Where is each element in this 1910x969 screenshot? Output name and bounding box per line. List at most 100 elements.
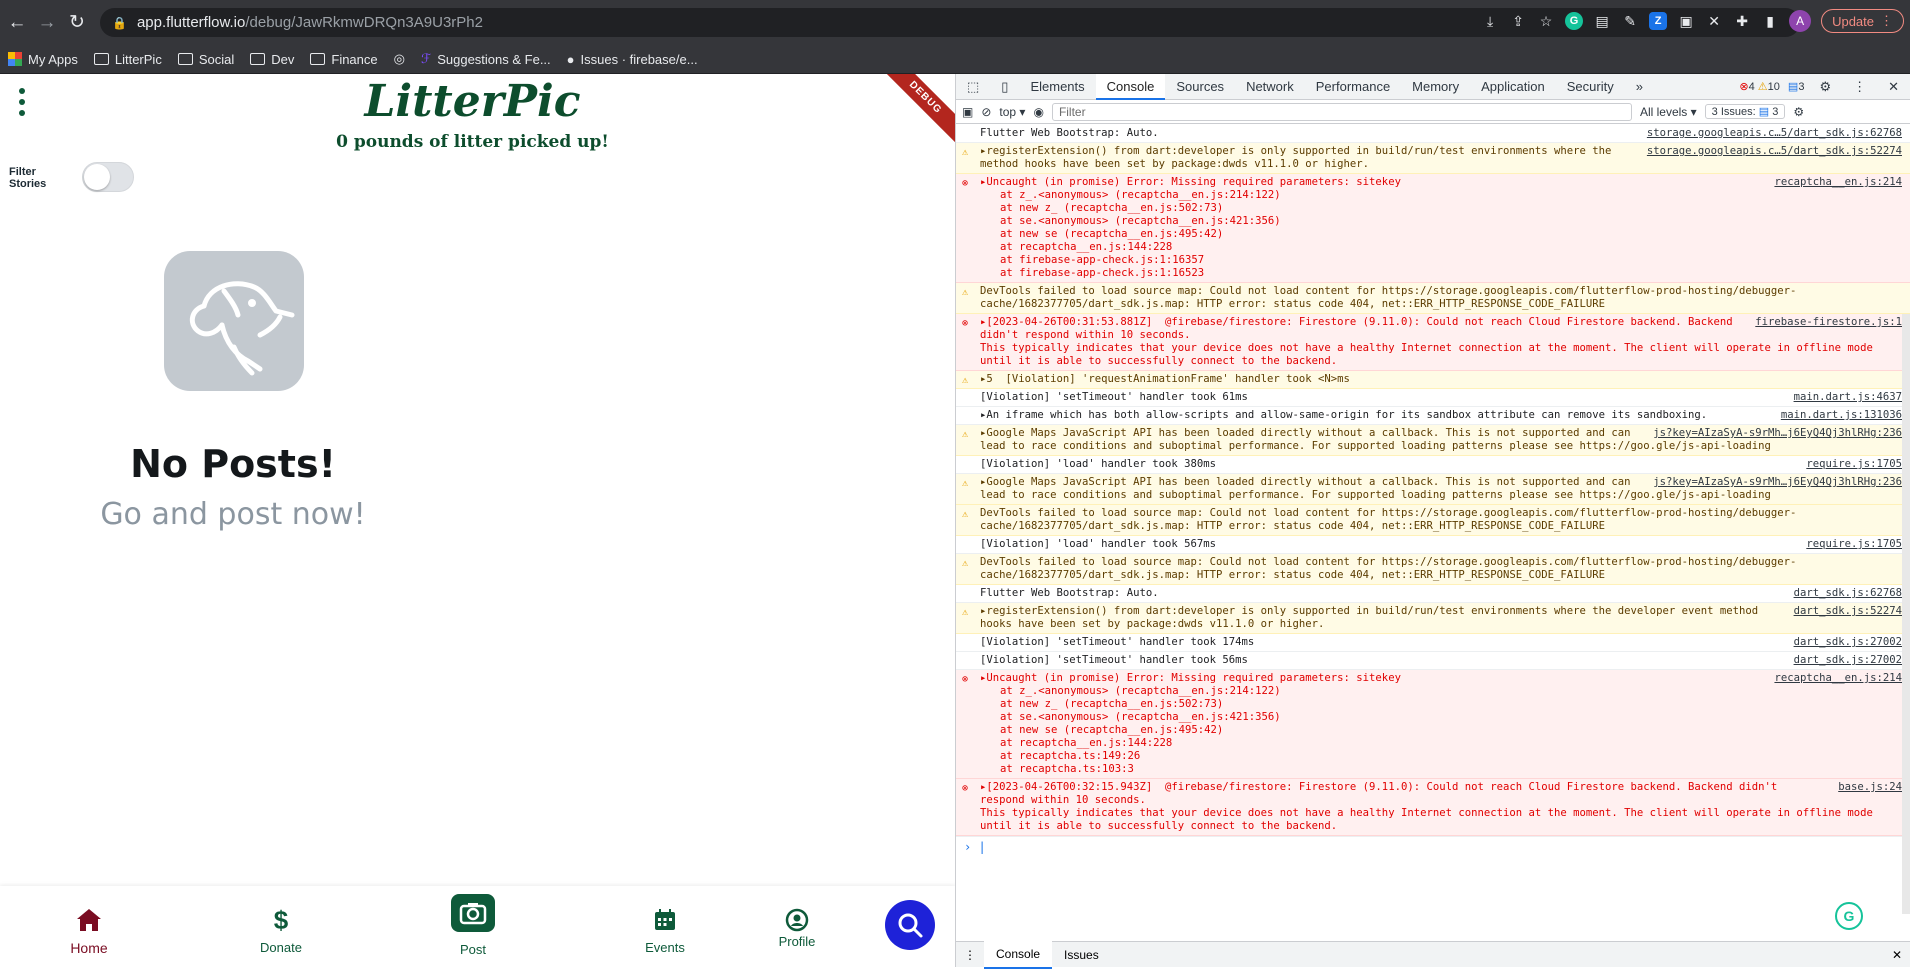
source-link[interactable]: storage.googleapis.c…5/dart_sdk.js:52274 (1637, 145, 1902, 158)
drawer-tab-console[interactable]: Console (984, 940, 1053, 969)
grammarly-float-icon[interactable]: G (1835, 902, 1863, 930)
bookmark-my-apps[interactable]: My Apps (8, 52, 78, 67)
nav-donate[interactable]: $ Donate (221, 886, 341, 956)
extension-picture-icon[interactable]: ▣ (1677, 12, 1695, 30)
tab-network[interactable]: Network (1235, 74, 1305, 100)
bookmark-chatgpt[interactable]: ◎ (394, 51, 405, 67)
extension-pen-icon[interactable]: ✎ (1621, 12, 1639, 30)
info-counter[interactable]: ▤3 (1784, 74, 1809, 100)
extension-clipboard-icon[interactable]: ▤ (1593, 12, 1611, 30)
console-message[interactable]: ⚠ storage.googleapis.c…5/dart_sdk.js:5227… (956, 143, 1910, 174)
reload-icon[interactable]: ↻ (64, 10, 90, 36)
install-icon[interactable]: ⤓ (1481, 12, 1499, 30)
console-settings-icon[interactable]: ⚙ (1793, 105, 1804, 119)
kebab-icon[interactable]: ⋮ (1842, 74, 1877, 100)
search-fab[interactable] (885, 900, 935, 950)
extension-x-icon[interactable]: ✕ (1705, 12, 1723, 30)
source-link[interactable]: js?key=AIzaSyA-s9rMh…j6EyQ4Qj3hlRHg:236 (1643, 427, 1902, 440)
source-link[interactable]: base.js:24 (1828, 781, 1902, 794)
tab-application[interactable]: Application (1470, 74, 1556, 100)
filter-stories-toggle[interactable] (82, 162, 134, 192)
source-link[interactable]: dart_sdk.js:27002 (1784, 654, 1902, 667)
nav-home[interactable]: Home (29, 886, 149, 956)
source-link[interactable]: dart_sdk.js:52274 (1784, 605, 1902, 618)
share-icon[interactable]: ⇪ (1509, 12, 1527, 30)
avatar[interactable]: A (1789, 10, 1812, 32)
source-link[interactable]: js?key=AIzaSyA-s9rMh…j6EyQ4Qj3hlRHg:236 (1643, 476, 1902, 489)
console-prompt-input[interactable]: › | (956, 836, 1910, 856)
source-link[interactable]: storage.googleapis.c…5/dart_sdk.js:62768 (1637, 127, 1902, 140)
console-message[interactable]: ⚠ dart_sdk.js:52274 ▸registerExtension() f… (956, 603, 1910, 634)
drawer-menu-icon[interactable]: ⋮ (956, 948, 984, 962)
source-link[interactable]: require.js:1705 (1796, 458, 1902, 471)
tab-sources[interactable]: Sources (1165, 74, 1235, 100)
console-message[interactable]: dart_sdk.js:27002 [Violation] 'setTimeout… (956, 652, 1910, 670)
bookmark-suggestions[interactable]: ℱ Suggestions & Fe... (421, 51, 551, 67)
levels-dropdown[interactable]: All levels ▾ (1640, 105, 1697, 119)
back-icon[interactable]: ← (4, 10, 30, 36)
bookmark-social[interactable]: Social (177, 52, 234, 67)
context-selector[interactable]: top ▾ (999, 105, 1025, 119)
tab-security[interactable]: Security (1556, 74, 1625, 100)
star-icon[interactable]: ☆ (1537, 12, 1555, 30)
console-message[interactable]: ⚠ js?key=AIzaSyA-s9rMh…j6EyQ4Qj3hlRHg:236… (956, 474, 1910, 505)
tab-elements[interactable]: Elements (1019, 74, 1095, 100)
source-link[interactable]: dart_sdk.js:62768 (1784, 587, 1902, 600)
nav-profile[interactable]: Profile (737, 886, 857, 949)
tab-performance[interactable]: Performance (1305, 74, 1401, 100)
console-message[interactable]: dart_sdk.js:62768 Flutter Web Bootstrap: … (956, 585, 1910, 603)
bookmark-finance[interactable]: Finance (310, 52, 378, 67)
close-icon[interactable]: ✕ (1877, 74, 1910, 100)
console-message[interactable]: require.js:1705 [Violation] 'load' handle… (956, 536, 1910, 554)
console-message[interactable]: ⚠ DevTools failed to load source map: Cou… (956, 554, 1910, 585)
console-message[interactable]: dart_sdk.js:27002 [Violation] 'setTimeout… (956, 634, 1910, 652)
grammarly-icon[interactable]: G (1565, 12, 1584, 30)
console-message[interactable]: ⚠ DevTools failed to load source map: Cou… (956, 283, 1910, 314)
console-message[interactable]: ⊗ firebase-firestore.js:1 ▸[2023-04-26T00:… (956, 314, 1910, 371)
issues-button[interactable]: 3 Issues: ▤ 3 (1704, 104, 1786, 119)
filter-input[interactable]: Filter (1051, 102, 1632, 121)
console-message[interactable]: main.dart.js:4637 [Violation] 'setTimeout… (956, 389, 1910, 407)
settings-icon[interactable]: ⚙ (1808, 74, 1842, 100)
message-text: DevTools failed to load source map: Coul… (980, 556, 1797, 581)
bookmark-dev[interactable]: Dev (250, 52, 294, 67)
eye-icon[interactable]: ◉ (1033, 105, 1043, 119)
nav-post[interactable]: Post (413, 886, 533, 957)
clear-console-icon[interactable]: ⊘ (981, 105, 991, 119)
console-message[interactable]: ⚠ DevTools failed to load source map: Cou… (956, 505, 1910, 536)
tab-memory[interactable]: Memory (1401, 74, 1470, 100)
console-message[interactable]: main.dart.js:131036 ▸An iframe which has … (956, 407, 1910, 425)
forward-icon[interactable]: → (34, 10, 60, 36)
puzzle-icon[interactable]: ✚ (1733, 12, 1751, 30)
bookmark-litterpic[interactable]: LitterPic (93, 52, 162, 67)
console-message[interactable]: ⚠ ▸5 [Violation] 'requestAnimationFrame' … (956, 371, 1910, 389)
console-message[interactable]: ⊗ recaptcha__en.js:214 ▸Uncaught (in promi… (956, 174, 1910, 283)
drawer-close-icon[interactable]: ✕ (1884, 948, 1910, 962)
extension-z-icon[interactable]: Z (1649, 12, 1668, 30)
sidebar-toggle-icon[interactable]: ▣ (962, 105, 973, 119)
more-tabs-icon[interactable]: » (1625, 74, 1654, 100)
source-link[interactable]: recaptcha__en.js:214 (1764, 672, 1902, 685)
device-toggle-icon[interactable]: ▯ (990, 74, 1019, 100)
console-message[interactable]: storage.googleapis.c…5/dart_sdk.js:62768… (956, 125, 1910, 143)
inspect-icon[interactable]: ⬚ (956, 74, 990, 100)
console-message[interactable]: require.js:1705 [Violation] 'load' handle… (956, 456, 1910, 474)
nav-events[interactable]: Events (605, 886, 725, 955)
source-link[interactable]: dart_sdk.js:27002 (1784, 636, 1902, 649)
bookmark-issues[interactable]: ● Issues · firebase/e... (567, 52, 698, 67)
console-message[interactable]: ⚠ js?key=AIzaSyA-s9rMh…j6EyQ4Qj3hlRHg:236… (956, 425, 1910, 456)
warning-icon: ⚠ (962, 607, 969, 618)
tab-console[interactable]: Console (1095, 73, 1166, 100)
update-button[interactable]: Update ⋮ (1821, 9, 1904, 33)
source-link[interactable]: main.dart.js:131036 (1771, 409, 1902, 422)
source-link[interactable]: main.dart.js:4637 (1784, 391, 1902, 404)
source-link[interactable]: require.js:1705 (1796, 538, 1902, 551)
console-message[interactable]: ⊗ recaptcha__en.js:214 ▸Uncaught (in promi… (956, 670, 1910, 779)
sidepanel-icon[interactable]: ▮ (1761, 12, 1779, 30)
source-link[interactable]: firebase-firestore.js:1 (1745, 316, 1902, 329)
error-counter[interactable]: ⊗4 ⚠10 (1735, 74, 1784, 100)
drawer-tab-issues[interactable]: Issues (1052, 942, 1111, 968)
console-message[interactable]: ⊗ base.js:24 ▸[2023-04-26T00:32:15.943Z] @… (956, 779, 1910, 836)
console-scrollbar[interactable] (1902, 314, 1910, 914)
source-link[interactable]: recaptcha__en.js:214 (1764, 176, 1902, 189)
